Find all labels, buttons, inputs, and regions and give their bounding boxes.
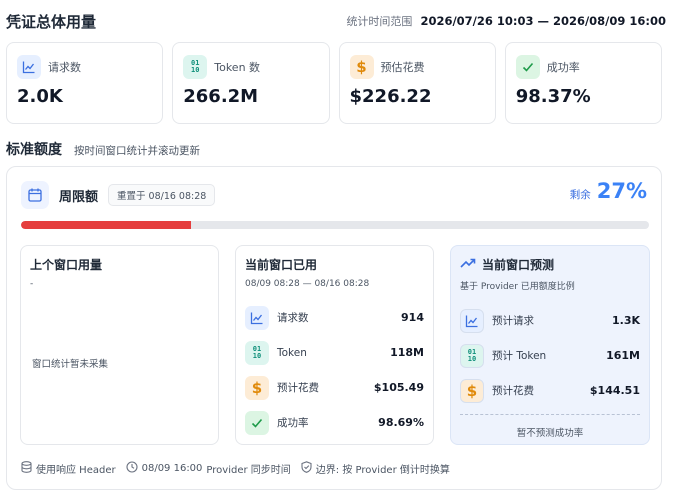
trending-up-icon (460, 257, 476, 273)
forecast-row-cost: $ 预计花费 $144.51 (460, 373, 640, 408)
time-range-value: 2026/07/26 10:03 — 2026/08/09 16:00 (420, 14, 666, 28)
weekly-quota-card: 周限额 重置于 08/16 08:28 剩余 27% 上个窗口用量 - 窗口统计… (6, 166, 662, 490)
chart-line-icon (245, 305, 269, 330)
current-window-panel: 当前窗口已用 08/09 08:28 — 08/16 08:28 请求数 914… (235, 245, 434, 445)
binary-icon: 01 10 (183, 55, 208, 79)
metric-label: 请求数 (277, 312, 309, 324)
metric-label: Token (277, 346, 307, 359)
metric-label: 成功率 (277, 417, 309, 429)
sync-item: 08/09 16:00 Provider 同步时间 (126, 461, 291, 476)
panel-title: 当前窗口已用 (245, 258, 318, 272)
stat-value: 2.0K (17, 86, 63, 107)
calendar-icon (21, 181, 49, 209)
quota-progress-fill (21, 221, 191, 229)
stat-card-success-rate: 成功率 98.37% (504, 42, 662, 124)
database-icon (21, 461, 32, 476)
forecast-row-requests: 预计请求 1.3K (460, 303, 640, 338)
section-subtitle: 按时间窗口统计并滚动更新 (74, 145, 200, 157)
dollar-icon: $ (245, 375, 269, 400)
metric-value: $105.49 (373, 381, 424, 394)
metric-row-cost: $ 预计花费 $105.49 (245, 370, 424, 405)
overview-header: 凭证总体用量 统计时间范围 2026/07/26 10:03 — 2026/08… (6, 8, 666, 34)
chart-line-icon (17, 55, 41, 79)
remaining-value: 27% (596, 179, 647, 203)
check-icon (515, 55, 540, 79)
last-window-panel: 上个窗口用量 - 窗口统计暂未采集 (20, 245, 219, 445)
dollar-icon: $ (460, 378, 484, 403)
shield-check-icon (301, 461, 312, 476)
reset-badge: 重置于 08/16 08:28 (108, 184, 216, 206)
quota-name: 周限额 (59, 189, 99, 205)
no-predict-note: 暂不预测成功率 (516, 428, 584, 439)
metric-row-success-rate: 成功率 98.69% (245, 405, 424, 440)
chart-line-icon (460, 308, 484, 333)
binary-icon: 01 10 (245, 340, 269, 365)
metric-value: 161M (606, 349, 640, 362)
metric-row-requests: 请求数 914 (245, 300, 424, 335)
metric-label: 预计花费 (277, 382, 319, 394)
binary-icon: 01 10 (460, 343, 484, 368)
section-title: 标准额度 (6, 142, 62, 158)
stat-label: Token 数 (214, 61, 261, 74)
metric-row-token: 01 10 Token 118M (245, 335, 424, 370)
metric-value: 914 (401, 311, 424, 324)
stat-card-requests: 请求数 2.0K (6, 42, 164, 124)
stat-label: 请求数 (48, 61, 81, 74)
clock-icon (126, 461, 138, 476)
forecast-panel: 当前窗口预测 基于 Provider 已用额度比例 预计请求 1.3K 01 10… (450, 245, 650, 445)
stat-value: 266.2M (183, 86, 259, 107)
metric-value: 1.3K (611, 314, 640, 327)
divider (460, 414, 640, 415)
section-header: 标准额度 按时间窗口统计并滚动更新 (6, 139, 200, 159)
quota-progress-bar (21, 221, 649, 229)
stat-card-tokens: 01 10 Token 数 266.2M (172, 42, 330, 124)
forecast-row-token: 01 10 预计 Token 161M (460, 338, 640, 373)
check-icon (245, 410, 269, 435)
panel-title: 当前窗口预测 (482, 258, 555, 272)
source-text: 使用响应 Header (36, 465, 116, 476)
sync-text: Provider 同步时间 (206, 465, 291, 476)
panel-subtitle: 基于 Provider 已用额度比例 (460, 282, 575, 292)
time-range: 统计时间范围 2026/07/26 10:03 — 2026/08/09 16:… (346, 13, 666, 29)
remaining-label: 剩余 (569, 189, 591, 201)
metric-label: 预计 Token (492, 350, 547, 362)
page-title: 凭证总体用量 (6, 12, 97, 31)
quota-footer: 使用响应 Header 08/09 16:00 Provider 同步时间 边界… (21, 461, 450, 476)
metric-value: 118M (390, 346, 424, 359)
metric-value: 98.69% (378, 416, 424, 429)
stat-value: 98.37% (515, 86, 591, 107)
panel-dash: - (30, 279, 34, 289)
remaining-indicator: 剩余 27% (570, 179, 647, 203)
boundary-text: 边界: 按 Provider 倒计时换算 (315, 465, 450, 476)
empty-note: 窗口统计暂未采集 (32, 359, 109, 370)
metric-value: $144.51 (589, 384, 640, 397)
stat-value: $226.22 (349, 86, 432, 107)
stat-label: 预估花费 (380, 61, 425, 74)
panel-title: 上个窗口用量 (30, 258, 103, 272)
panel-range: 08/09 08:28 — 08/16 08:28 (245, 279, 370, 289)
metric-label: 预计花费 (492, 385, 534, 397)
stats-row: 请求数 2.0K 01 10 Token 数 266.2M $ 预估花费 $226… (6, 42, 662, 124)
source-item: 使用响应 Header (21, 461, 116, 476)
time-range-label: 统计时间范围 (346, 15, 413, 28)
metric-label: 预计请求 (492, 315, 534, 327)
stat-card-cost: $ 预估花费 $226.22 (338, 42, 496, 124)
stat-label: 成功率 (546, 61, 580, 74)
boundary-item: 边界: 按 Provider 倒计时换算 (301, 461, 450, 476)
sync-time: 08/09 16:00 (141, 463, 203, 474)
dollar-icon: $ (349, 55, 374, 79)
